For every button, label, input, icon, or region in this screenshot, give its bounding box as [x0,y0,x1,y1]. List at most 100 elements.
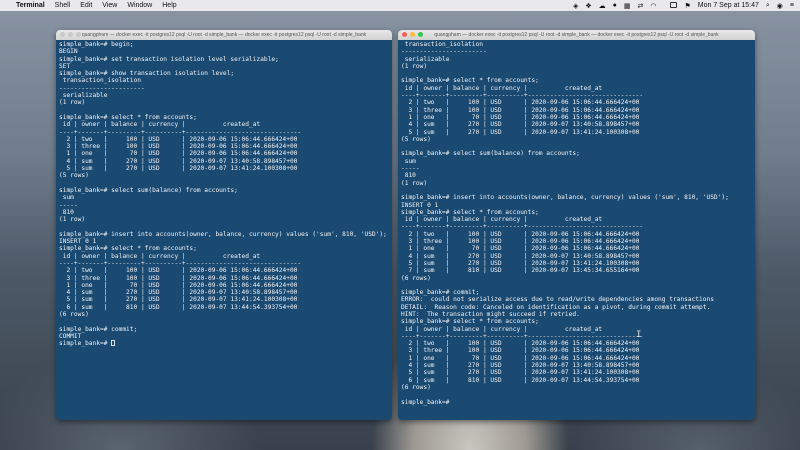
terminal-line: 1 | one | 70 | USD | 2020-09-06 15:06:44… [66,281,298,289]
terminal-line: transaction_isolation [404,41,483,48]
terminal-line: simple_bank=# show transaction isolation… [59,70,235,78]
terminal-line: simple_bank=# select * from accounts; [59,245,197,253]
terminal-line: COMMIT [59,332,82,340]
terminal-line: simple_bank=# select * from accounts; [59,113,197,121]
terminal-line: 2 | two | 100 | USD | 2020-09-06 15:06:4… [408,340,640,348]
user-icon[interactable]: ◉ [777,2,783,10]
flag-icon[interactable]: ⚑ [684,2,690,10]
terminal-line: (1 row) [401,179,428,187]
terminal-line: 5 | sum | 270 | USD | 2020-09-07 13:41:2… [66,165,298,173]
zoom-window-button[interactable] [418,32,423,37]
terminal-line: id | owner | balance | currency | create… [404,84,603,92]
terminal-line: (5 rows) [401,135,431,143]
menu-shell[interactable]: Shell [55,2,71,9]
menu-datetime[interactable]: Mon 7 Sep at 15:47 [698,2,759,9]
terminal-line: 4 | sum | 270 | USD | 2020-09-07 13:40:5… [408,252,640,260]
wifi-icon[interactable]: ◠ [650,2,656,10]
terminal-line: 5 | sum | 270 | USD | 2020-09-07 13:41:2… [408,369,640,377]
terminal-prompt: simple_bank=# [401,398,454,406]
terminal-line: 1 | one | 70 | USD | 2020-09-06 15:06:44… [66,150,298,158]
shield-icon[interactable]: ◈ [573,2,578,10]
terminal-line: HINT: The transaction might succeed if r… [401,310,580,318]
terminal-line: 4 | sum | 270 | USD | 2020-09-07 13:40:5… [408,362,640,370]
terminal-line: 3 | three | 100 | USD | 2020-09-06 15:06… [66,274,298,282]
battery-icon[interactable] [663,1,678,10]
terminal-line: ----+-------+---------+----------+------… [401,223,644,231]
terminal-line: 5 | sum | 270 | USD | 2020-09-07 13:41:2… [66,296,298,304]
terminal-line: 810 [62,208,74,216]
terminal-line: id | owner | balance | currency | create… [404,325,603,333]
terminal-line: (1 row) [401,62,428,70]
terminal-line: 6 | sum | 810 | USD | 2020-09-07 13:44:5… [66,303,298,311]
minimize-window-button[interactable] [68,32,73,37]
terminal-line: id | owner | balance | currency | create… [62,121,261,129]
window-titlebar[interactable]: quangpham — docker exec -it postgres12 p… [398,30,755,40]
terminal-cursor [111,340,116,347]
terminal-line: id | owner | balance | currency | create… [404,216,603,224]
terminal-line: (6 rows) [401,274,431,282]
terminal-window-left[interactable]: quangpham — docker exec -it postgres12 p… [56,30,392,420]
terminal-line: DETAIL: Reason code: Canceled on identif… [401,303,711,311]
terminal-line: serializable [404,55,450,63]
terminal-prompt: simple_bank=# [59,340,112,348]
menu-app-name[interactable]: Terminal [16,2,45,9]
dropbox-icon[interactable]: ❖ [585,2,591,10]
terminal-line: ----- [59,201,78,209]
terminal-line: 1 | one | 70 | USD | 2020-09-06 15:06:44… [408,113,640,121]
terminal-line: SET [59,62,71,70]
terminal-line: 2 | two | 100 | USD | 2020-09-06 15:06:4… [408,99,640,107]
menu-bar: Terminal Shell Edit View Window Help ◈ ❖… [0,0,800,11]
close-window-button[interactable] [402,32,407,37]
terminal-line: 2 | two | 100 | USD | 2020-09-06 15:06:4… [66,135,298,143]
window-titlebar[interactable]: quangpham — docker exec -it postgres12 p… [56,30,392,40]
window-title: quangpham — docker exec -it postgres12 p… [434,32,719,38]
list-icon[interactable]: ≡ [790,2,794,9]
arrows-icon[interactable]: ⇄ [638,2,644,10]
terminal-line: 6 | sum | 810 | USD | 2020-09-07 13:44:5… [408,376,640,384]
terminal-line: sum [404,157,416,165]
close-window-button[interactable] [60,32,65,37]
terminal-line: 2 | two | 100 | USD | 2020-09-06 15:06:4… [408,230,640,238]
terminal-line: (5 rows) [59,172,89,180]
terminal-line: ----------------------- [59,84,145,92]
zoom-window-button[interactable] [76,32,81,37]
terminal-line: simple_bank=# select * from accounts; [401,318,539,326]
docker-icon[interactable]: ▦ [624,2,631,10]
terminal-line: transaction_isolation [62,77,141,85]
terminal-window-right[interactable]: quangpham — docker exec -it postgres12 p… [398,30,755,420]
terminal-output[interactable]: simple_bank=# begin; BEGIN simple_bank=#… [56,40,392,348]
terminal-line: 4 | sum | 270 | USD | 2020-09-07 13:40:5… [66,289,298,297]
terminal-line: (1 row) [59,99,86,107]
terminal-line: simple_bank=# select * from accounts; [401,208,539,216]
terminal-line: 5 | sum | 270 | USD | 2020-09-07 13:41:2… [408,259,640,267]
menu-edit[interactable]: Edit [80,2,92,9]
terminal-line: INSERT 0 1 [59,238,97,246]
terminal-line: 5 | sum | 270 | USD | 2020-09-07 13:41:2… [408,128,640,136]
terminal-line: simple_bank=# select sum(balance) from a… [401,150,580,158]
terminal-output[interactable]: transaction_isolation ------------------… [398,40,755,407]
terminal-line: 4 | sum | 270 | USD | 2020-09-07 13:40:5… [408,121,640,129]
terminal-line: ----+-------+---------+----------+------… [401,92,644,100]
terminal-line: simple_bank=# commit; [59,325,138,333]
terminal-line: 1 | one | 70 | USD | 2020-09-06 15:06:44… [408,354,640,362]
terminal-line: (6 rows) [59,310,89,318]
menu-help[interactable]: Help [162,2,176,9]
terminal-line: id | owner | balance | currency | create… [62,252,261,260]
terminal-line: 3 | three | 100 | USD | 2020-09-06 15:06… [408,238,640,246]
menu-window[interactable]: Window [127,2,152,9]
search-icon[interactable]: ⌕ [766,2,770,10]
minimize-window-button[interactable] [410,32,415,37]
terminal-line: (6 rows) [401,383,431,391]
terminal-line: INSERT 0 1 [401,201,439,209]
terminal-line: serializable [62,92,108,100]
terminal-line: 3 | three | 100 | USD | 2020-09-06 15:06… [408,106,640,114]
terminal-history: transaction_isolation ------------------… [401,41,729,391]
cloud-icon[interactable]: ☁ [599,2,606,10]
terminal-line: 810 [404,172,416,180]
terminal-line: simple_bank=# commit; [401,289,480,297]
terminal-line: simple_bank=# insert into accounts(owner… [59,230,387,238]
terminal-line: 2 | two | 100 | USD | 2020-09-06 15:06:4… [66,267,298,275]
menu-view[interactable]: View [102,2,117,9]
terminal-line: 4 | sum | 270 | USD | 2020-09-07 13:40:5… [66,157,298,165]
record-icon[interactable]: ● [613,2,617,9]
